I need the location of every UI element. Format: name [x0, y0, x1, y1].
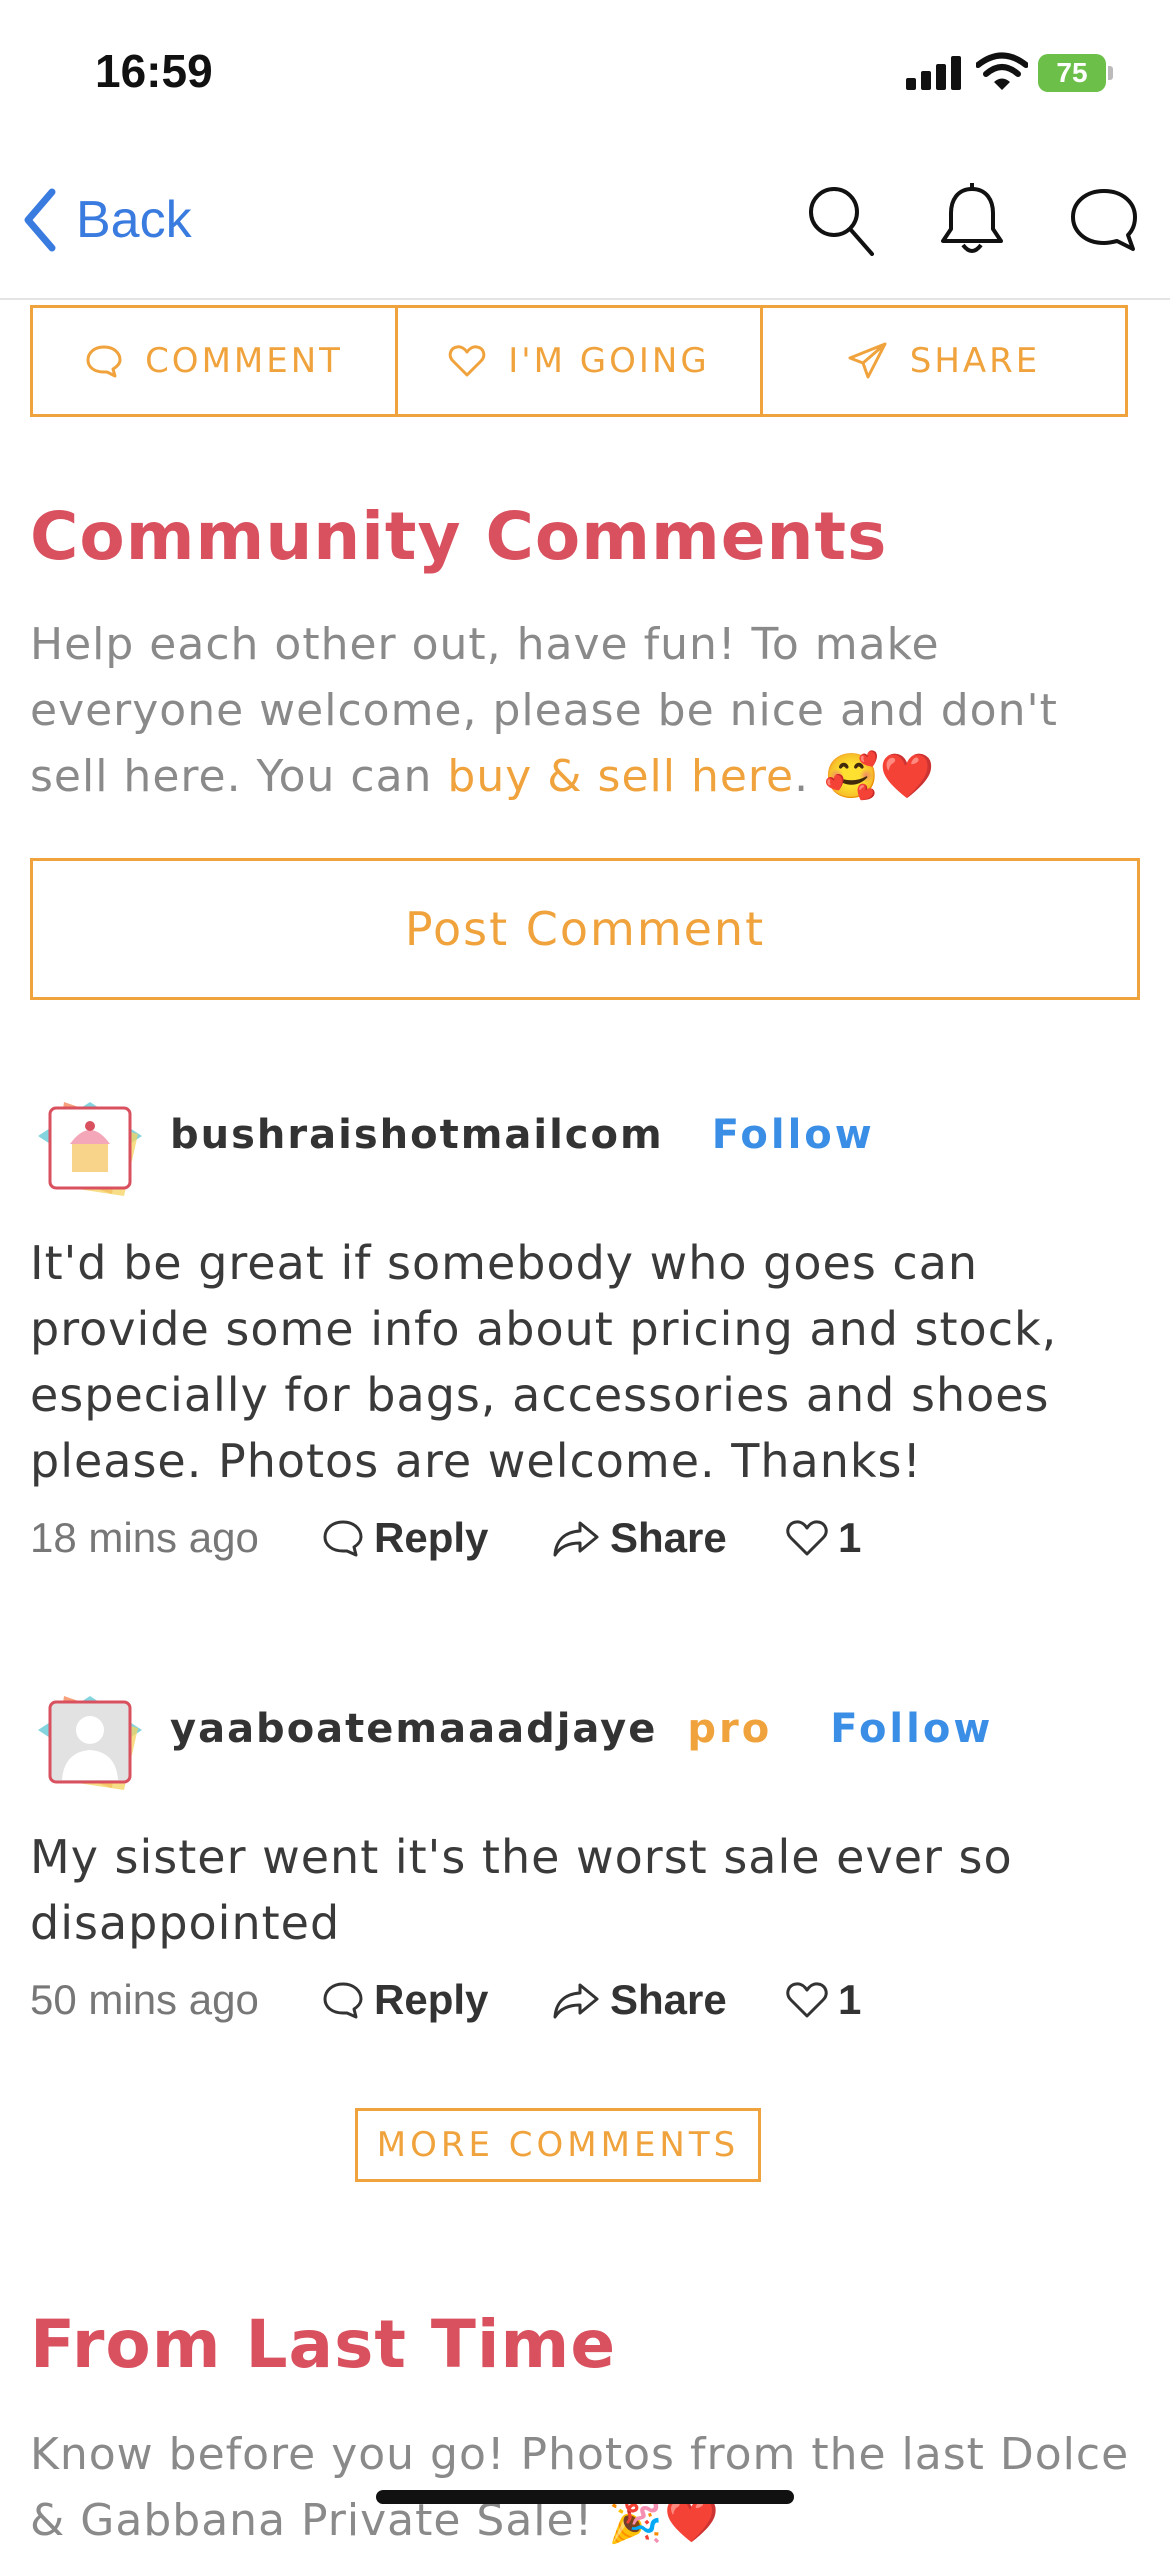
reply-button[interactable]: Reply — [322, 1514, 552, 1562]
comment-button[interactable]: COMMENT — [33, 308, 398, 414]
avatar[interactable] — [34, 1094, 146, 1206]
going-button[interactable]: I'M GOING — [398, 308, 763, 414]
status-time: 16:59 — [95, 45, 213, 97]
reply-icon — [323, 1982, 363, 2019]
battery-level: 75 — [1056, 57, 1088, 88]
heart-outline-icon — [786, 1520, 828, 1556]
going-label: I'M GOING — [508, 341, 710, 381]
share-comment-button[interactable]: Share — [552, 1976, 786, 2024]
like-count: 1 — [838, 1976, 862, 2023]
comment-meta: 50 mins ago Reply Share 1 — [30, 1970, 861, 2030]
comment-meta: 18 mins ago Reply Share 1 — [30, 1508, 861, 1568]
comment-text: My sister went it's the worst sale ever … — [30, 1830, 1013, 1950]
heart-outline-icon — [786, 1982, 828, 2018]
battery-tip — [1108, 66, 1113, 80]
wifi-icon — [975, 52, 1029, 96]
reply-label: Reply — [374, 1976, 489, 2023]
follow-button[interactable]: Follow — [712, 1112, 875, 1158]
pro-badge: pro — [687, 1706, 773, 1752]
share-comment-button[interactable]: Share — [552, 1514, 786, 1562]
share-label: SHARE — [909, 341, 1041, 381]
community-intro: Help each other out, have fun! To make e… — [30, 612, 1140, 810]
like-button[interactable]: 1 — [786, 1514, 861, 1562]
community-comments-title: Community Comments — [30, 498, 888, 575]
chat-bubble-icon[interactable] — [1064, 180, 1144, 260]
reply-icon — [323, 1520, 363, 1557]
like-count: 1 — [838, 1514, 862, 1561]
comment-label: COMMENT — [145, 341, 343, 381]
comment-icon — [86, 345, 122, 378]
nav-divider — [0, 298, 1170, 300]
follow-button[interactable]: Follow — [830, 1706, 993, 1752]
back-label: Back — [76, 191, 192, 249]
share-comment-label: Share — [610, 1514, 727, 1561]
reply-label: Reply — [374, 1514, 489, 1561]
reply-button[interactable]: Reply — [322, 1976, 552, 2024]
comment-time: 50 mins ago — [30, 1976, 259, 2023]
share-arrow-icon — [553, 1521, 599, 1557]
comment-time: 18 mins ago — [30, 1514, 259, 1561]
bell-icon[interactable] — [932, 180, 1012, 260]
post-comment-button[interactable]: Post Comment — [30, 858, 1140, 1000]
home-indicator[interactable] — [376, 2490, 794, 2504]
battery-icon: 75 — [1038, 54, 1106, 92]
comment-text: It'd be great if somebody who goes can p… — [30, 1236, 1058, 1488]
avatar[interactable] — [34, 1688, 146, 1800]
share-comment-label: Share — [610, 1976, 727, 2023]
heart-icon — [449, 345, 486, 377]
share-button[interactable]: SHARE — [763, 308, 1125, 414]
community-intro-end: . — [794, 751, 810, 802]
cellular-signal-icon — [906, 56, 962, 94]
last-time-intro-text: Know before you go! Photos from the last… — [30, 2429, 1130, 2546]
search-icon[interactable] — [800, 180, 880, 260]
comment-header: yaaboatemaaadjaye pro Follow — [170, 1706, 993, 1752]
share-arrow-icon — [553, 1983, 599, 2019]
from-last-time-title: From Last Time — [30, 2306, 617, 2383]
event-actions: COMMENT I'M GOING SHARE — [30, 305, 1128, 417]
paper-plane-icon — [848, 342, 887, 379]
buy-sell-link[interactable]: buy & sell here — [447, 751, 794, 802]
like-button[interactable]: 1 — [786, 1976, 861, 2024]
more-comments-button[interactable]: MORE COMMENTS — [355, 2108, 761, 2182]
chevron-left-icon — [24, 188, 56, 252]
comment-username[interactable]: bushraishotmailcom — [170, 1112, 664, 1158]
comment-header: bushraishotmailcom Follow — [170, 1112, 875, 1158]
community-intro-emoji: 🥰❤️ — [824, 751, 936, 802]
back-button[interactable]: Back — [22, 180, 192, 260]
comment-username[interactable]: yaaboatemaaadjaye — [170, 1706, 657, 1752]
last-time-intro: Know before you go! Photos from the last… — [30, 2422, 1140, 2554]
